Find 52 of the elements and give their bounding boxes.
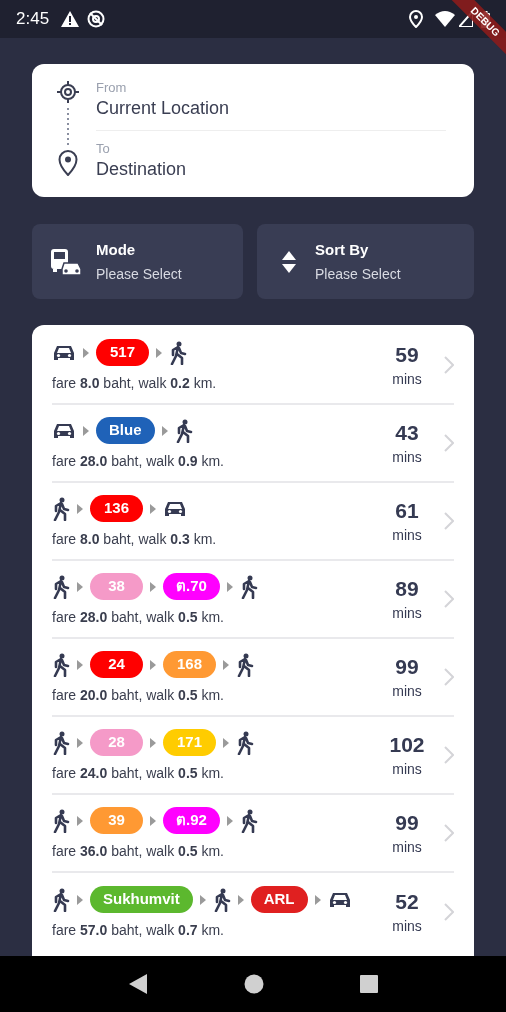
duration-unit: mins	[392, 526, 422, 545]
duration-unit: mins	[392, 838, 422, 857]
duration-value: 102	[389, 732, 425, 758]
destination-field[interactable]: Destination	[96, 157, 446, 181]
line-tag: 168	[163, 651, 216, 678]
field-label: From	[96, 80, 128, 96]
duration-value: 99	[395, 654, 419, 680]
fare-summary: fare 36.0 baht, walk 0.5 km.	[52, 841, 225, 861]
duration-value: 59	[395, 342, 419, 368]
route-option[interactable]: 38 ต.70 fare 28.0 baht, walk 0.5 km. 89 mins	[52, 561, 454, 639]
fare-summary: fare 28.0 baht, walk 0.5 km.	[52, 607, 225, 627]
line-tag: 517	[96, 339, 149, 366]
fare-summary: fare 20.0 baht, walk 0.5 km.	[52, 685, 225, 705]
route-option[interactable]: 39 ต.92 fare 36.0 baht, walk 0.5 km. 99 mins	[52, 795, 454, 873]
duration-value: 43	[395, 420, 419, 446]
duration-value: 61	[395, 498, 419, 524]
line-tag: ต.92	[163, 807, 220, 834]
line-tag: 39	[90, 807, 143, 834]
line-tag: ต.70	[163, 573, 220, 600]
sort-button[interactable]: Sort By Please Select	[257, 224, 474, 299]
route-option[interactable]: Blue fare 28.0 baht, walk 0.9 km. 43 mins	[52, 405, 454, 483]
duration-value: 89	[395, 576, 419, 602]
fare-summary: fare 28.0 baht, walk 0.9 km.	[52, 451, 225, 471]
route-option[interactable]: 24 168 fare 20.0 baht, walk 0.5 km. 99 mins	[52, 639, 454, 717]
status-time: 2:45	[16, 8, 50, 31]
duration-unit: mins	[392, 760, 422, 779]
line-tag: 24	[90, 651, 143, 678]
duration-unit: mins	[392, 682, 422, 701]
fare-summary: fare 57.0 baht, walk 0.7 km.	[52, 920, 225, 940]
field-label: To	[96, 141, 111, 157]
route-option[interactable]: 517 fare 8.0 baht, walk 0.2 km. 59 mins	[52, 327, 454, 405]
fare-summary: fare 8.0 baht, walk 0.2 km.	[52, 373, 218, 393]
line-tag: Blue	[96, 417, 155, 444]
duration-value: 99	[395, 810, 419, 836]
line-tag: Sukhumvit	[90, 886, 193, 913]
fare-summary: fare 24.0 baht, walk 0.5 km.	[52, 763, 225, 783]
duration-value: 52	[395, 889, 419, 915]
line-tag: 136	[90, 495, 143, 522]
line-tag: ARL	[250, 886, 308, 913]
line-tag: 171	[163, 729, 216, 756]
route-option[interactable]: Sukhumvit ARL fare 57.0 baht, walk 0.7 km. 52 mins	[52, 873, 454, 951]
duration-unit: mins	[392, 917, 422, 936]
duration-unit: mins	[392, 448, 422, 467]
duration-unit: mins	[392, 370, 422, 389]
line-tag: 28	[90, 729, 143, 756]
mode-button[interactable]: Mode Please Select	[32, 224, 243, 299]
fare-summary: fare 8.0 baht, walk 0.3 km.	[52, 529, 218, 549]
route-option[interactable]: 136 fare 8.0 baht, walk 0.3 km. 61 mins	[52, 483, 454, 561]
route-option[interactable]: 28 171 fare 24.0 baht, walk 0.5 km. 102 mins	[52, 717, 454, 795]
duration-unit: mins	[392, 604, 422, 623]
origin-field[interactable]: Current Location	[96, 96, 446, 120]
line-tag: 38	[90, 573, 143, 600]
